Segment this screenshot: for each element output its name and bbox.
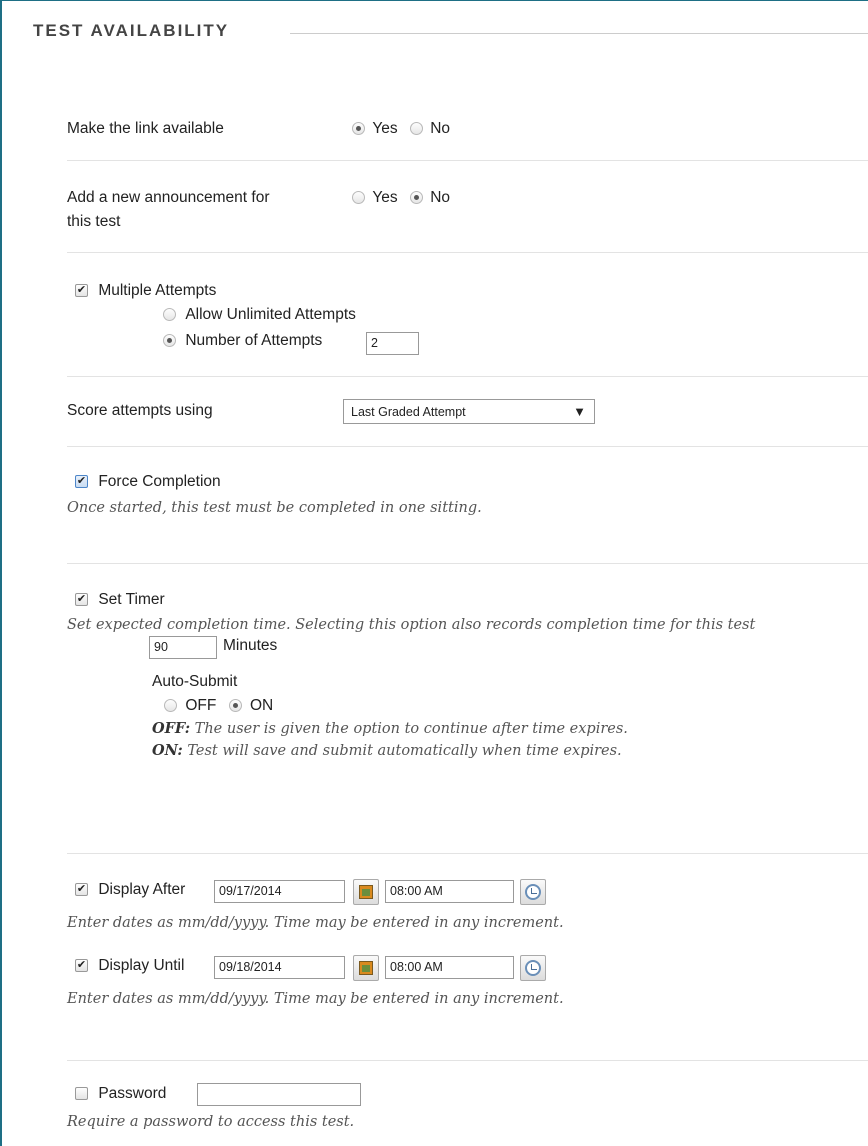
display-after-calendar-button[interactable] [353,879,379,905]
unlimited-attempts-label: Allow Unlimited Attempts [185,306,356,323]
score-attempts-label: Score attempts using [67,402,213,419]
announcement-options: Yes No [352,189,450,207]
auto-submit-label: Auto-Submit [152,673,238,690]
display-until-clock-button[interactable] [520,955,546,981]
make-link-label: Make the link available [67,120,224,137]
number-attempts-input[interactable]: 2 [366,332,419,355]
auto-submit-off-radio[interactable] [164,699,177,713]
force-completion-label: Force Completion [98,473,221,490]
score-attempts-value: Last Graded Attempt [351,405,466,419]
auto-submit-options: OFF ON [164,697,273,715]
force-completion-checkbox[interactable]: ✔ [75,475,88,489]
make-link-yes-radio[interactable] [352,122,365,136]
off-desc-text: The user is given the option to continue… [190,721,628,737]
password-help: Require a password to access this test. [67,1114,355,1130]
clock-icon [525,960,541,976]
display-after-label: Display After [98,881,186,898]
announcement-yes-radio[interactable] [352,191,365,205]
announcement-no-radio[interactable] [409,191,423,205]
multiple-attempts-row: ✔ Multiple Attempts [75,282,216,300]
divider [67,376,868,377]
password-input[interactable] [197,1083,361,1106]
score-attempts-select[interactable]: Last Graded Attempt ▼ [343,399,595,424]
set-timer-checkbox[interactable]: ✔ [75,593,88,607]
calendar-icon [359,885,373,899]
divider [67,563,868,564]
display-after-date-input[interactable]: 09/17/2014 [214,880,345,903]
display-after-checkbox[interactable]: ✔ [75,883,88,897]
frame-left-border [0,0,2,1146]
timer-minutes-input[interactable]: 90 [149,636,217,659]
auto-submit-off-description: OFF: The user is given the option to con… [152,720,628,737]
divider [67,1060,868,1061]
make-link-options: Yes No [352,120,450,138]
auto-submit-off-label: OFF [185,697,217,714]
divider [67,853,868,854]
announcement-no-label: No [430,189,451,206]
section-title: TEST AVAILABILITY [33,21,230,40]
multiple-attempts-label: Multiple Attempts [98,282,217,299]
timer-minutes-label: Minutes [223,637,278,654]
on-key: ON: [152,742,183,759]
auto-submit-on-description: ON: Test will save and submit automatica… [152,742,622,759]
section-title-rule [290,33,868,34]
set-timer-row: ✔ Set Timer [75,591,165,609]
display-until-checkbox[interactable]: ✔ [75,959,88,973]
display-until-calendar-button[interactable] [353,955,379,981]
auto-submit-on-label: ON [249,697,274,714]
display-after-clock-button[interactable] [520,879,546,905]
password-checkbox[interactable] [75,1087,88,1101]
multiple-attempts-checkbox[interactable]: ✔ [75,284,88,298]
divider [67,446,868,447]
on-desc-text: Test will save and submit automatically … [182,743,622,759]
password-label: Password [98,1085,167,1102]
make-link-yes-label: Yes [372,120,398,137]
auto-submit-on-radio[interactable] [228,699,242,713]
set-timer-help: Set expected completion time. Selecting … [67,617,756,633]
display-after-help: Enter dates as mm/dd/yyyy. Time may be e… [67,915,564,931]
announcement-label-line1: Add a new announcement for [67,189,270,206]
display-until-help: Enter dates as mm/dd/yyyy. Time may be e… [67,991,564,1007]
announcement-label-line2: this test [67,213,121,230]
display-after-time-input[interactable]: 08:00 AM [385,880,514,903]
set-timer-label: Set Timer [98,591,165,608]
number-attempts-label: Number of Attempts [185,332,323,349]
divider [67,160,868,161]
off-key: OFF: [152,720,191,737]
display-until-label: Display Until [98,957,185,974]
make-link-no-radio[interactable] [409,122,423,136]
display-until-time-input[interactable]: 08:00 AM [385,956,514,979]
divider [67,252,868,253]
announcement-yes-label: Yes [372,189,398,206]
force-completion-row: ✔ Force Completion [75,473,221,491]
dropdown-arrow-icon: ▼ [573,404,586,419]
frame-top-border [0,0,868,1]
display-until-row: ✔ Display Until [75,957,184,975]
display-after-row: ✔ Display After [75,881,185,899]
calendar-icon [359,961,373,975]
number-attempts-radio[interactable] [163,334,176,348]
clock-icon [525,884,541,900]
password-row: Password [75,1085,166,1103]
unlimited-attempts-radio[interactable] [163,308,176,322]
make-link-no-label: No [430,120,451,137]
unlimited-attempts-row: Allow Unlimited Attempts [163,306,356,324]
display-until-date-input[interactable]: 09/18/2014 [214,956,345,979]
number-attempts-row: Number of Attempts [163,332,322,350]
force-completion-help: Once started, this test must be complete… [67,500,482,516]
